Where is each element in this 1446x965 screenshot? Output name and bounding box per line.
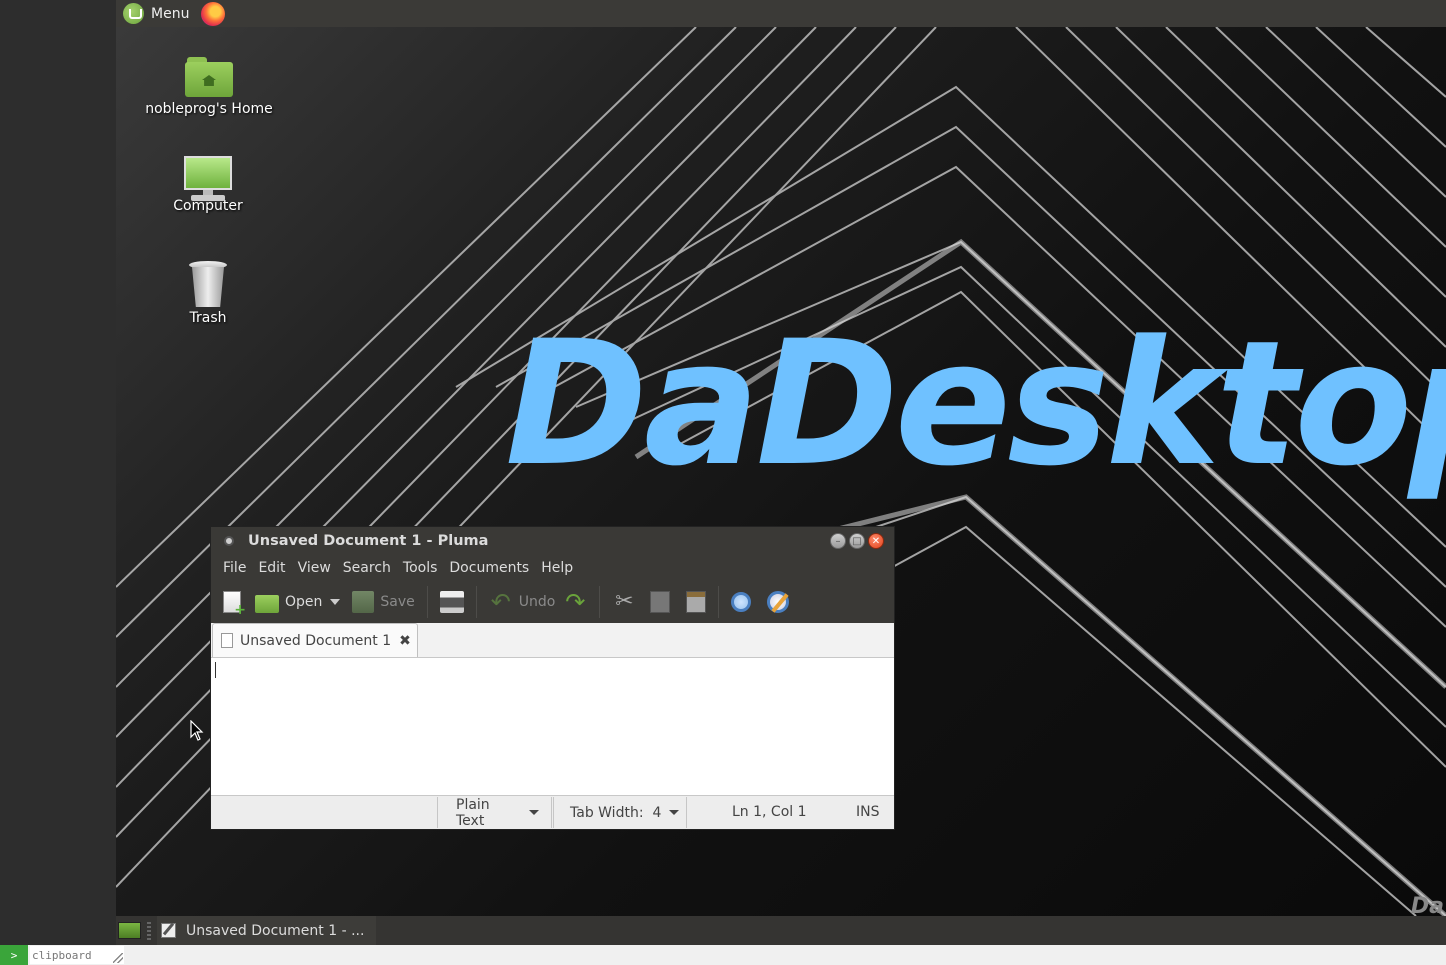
toolbar-separator <box>475 586 477 618</box>
undo-icon: ↶ <box>490 588 511 616</box>
cut-icon: ✂ <box>615 589 634 614</box>
document-tabstrip: Unsaved Document 1 ✖ <box>211 623 894 658</box>
minimize-button[interactable]: – <box>830 533 846 549</box>
menu-edit[interactable]: Edit <box>252 560 291 576</box>
undo-label: Undo <box>518 594 556 610</box>
wallpaper-watermark: Da <box>1410 894 1444 916</box>
bottom-panel: Unsaved Document 1 - ... <box>116 916 1446 945</box>
search-icon <box>731 592 752 612</box>
trash-icon <box>188 259 228 309</box>
menu-view[interactable]: View <box>292 560 337 576</box>
desktop-icon-trash[interactable]: Trash <box>133 259 283 326</box>
text-editor-area[interactable] <box>211 658 894 795</box>
paste-button[interactable] <box>682 585 710 619</box>
save-button[interactable]: Save <box>348 585 418 619</box>
undo-button[interactable]: ↶ Undo <box>485 585 560 619</box>
maximize-button[interactable]: □ <box>849 533 865 549</box>
print-button[interactable] <box>436 585 468 619</box>
close-tab-icon[interactable]: ✖ <box>399 633 411 649</box>
save-icon <box>352 591 375 613</box>
save-label: Save <box>380 594 415 610</box>
wallpaper-logo-text: DaDesktop <box>505 303 1446 504</box>
toolbar: Open Save ↶ Undo ↷ ✂ <box>211 581 894 623</box>
language-label: Plain Text <box>456 796 490 829</box>
insert-mode: INS <box>856 804 880 820</box>
menu-tools[interactable]: Tools <box>397 560 444 576</box>
toolbar-separator <box>426 586 428 618</box>
open-folder-icon <box>255 595 279 613</box>
desktop-icon-label: Trash <box>189 310 227 326</box>
resize-grip-icon[interactable] <box>113 953 123 963</box>
menu-file[interactable]: File <box>217 560 252 576</box>
top-panel: Menu <box>116 0 1446 27</box>
copy-button[interactable] <box>646 585 674 619</box>
tab-width-selector[interactable]: Tab Width: 4 <box>553 797 687 828</box>
taskbar-item-label: Unsaved Document 1 - ... <box>186 922 365 939</box>
chevron-down-icon <box>529 810 539 815</box>
redo-button[interactable]: ↷ <box>559 585 591 619</box>
document-icon <box>221 633 233 648</box>
firefox-icon[interactable] <box>201 1 226 26</box>
find-replace-button[interactable] <box>763 585 793 619</box>
taskbar-item-pluma[interactable]: Unsaved Document 1 - ... <box>157 916 377 945</box>
text-caret <box>215 662 216 678</box>
copy-icon <box>650 591 671 613</box>
menu-search[interactable]: Search <box>337 560 397 576</box>
toolbar-separator <box>599 586 601 618</box>
show-desktop-icon[interactable] <box>118 922 141 939</box>
chevron-down-icon <box>669 810 680 815</box>
cut-button[interactable]: ✂ <box>608 585 640 619</box>
toolbar-separator <box>718 586 720 618</box>
print-icon <box>439 591 464 613</box>
main-menu-button[interactable]: Menu <box>123 0 189 27</box>
desktop-icon-home[interactable]: nobleprog's Home <box>134 57 284 117</box>
linux-mint-icon <box>123 3 144 24</box>
clipboard-bar: > <box>0 945 1446 965</box>
menubar: File Edit View Search Tools Documents He… <box>211 555 894 581</box>
statusbar: Plain Text Tab Width: 4 Ln 1, Col 1 INS <box>211 795 894 829</box>
text-editor-icon <box>161 923 176 938</box>
window-menu-icon[interactable] <box>224 536 234 546</box>
paste-icon <box>686 591 707 613</box>
home-folder-icon <box>185 57 233 97</box>
tab-unsaved-document-1[interactable]: Unsaved Document 1 ✖ <box>212 623 418 657</box>
desktop-icon-computer[interactable]: Computer <box>133 154 283 214</box>
desktop-icon-label: nobleprog's Home <box>145 101 273 117</box>
window-titlebar[interactable]: Unsaved Document 1 - Pluma – □ ✕ <box>211 527 894 555</box>
new-document-icon <box>223 591 246 618</box>
menu-documents[interactable]: Documents <box>443 560 535 576</box>
language-selector[interactable]: Plain Text <box>437 796 552 829</box>
panel-grip <box>147 921 151 940</box>
redo-icon: ↷ <box>565 588 586 616</box>
tab-width-label: Tab Width: 4 <box>570 804 662 821</box>
new-document-button[interactable] <box>219 585 246 619</box>
pluma-window[interactable]: Unsaved Document 1 - Pluma – □ ✕ File Ed… <box>210 526 895 830</box>
replace-icon <box>767 591 790 613</box>
chevron-down-icon <box>330 599 341 605</box>
close-button[interactable]: ✕ <box>868 533 884 549</box>
find-button[interactable] <box>727 585 755 619</box>
menu-help[interactable]: Help <box>535 560 579 576</box>
clipboard-input[interactable] <box>30 946 124 964</box>
open-label: Open <box>285 594 323 610</box>
open-button[interactable]: Open <box>251 585 326 619</box>
open-recent-dropdown[interactable] <box>326 585 341 619</box>
cursor-position: Ln 1, Col 1 <box>732 804 807 820</box>
left-sidebar-strip <box>0 0 116 945</box>
computer-icon <box>183 154 233 204</box>
clipboard-prompt: > <box>0 945 28 965</box>
main-menu-label: Menu <box>151 5 190 22</box>
window-title: Unsaved Document 1 - Pluma <box>248 533 489 549</box>
tab-label: Unsaved Document 1 <box>240 632 392 649</box>
